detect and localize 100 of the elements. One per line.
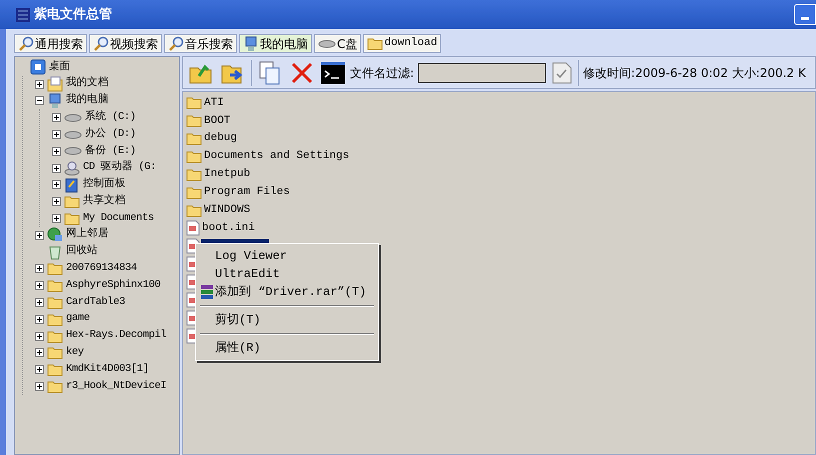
folder-icon [186, 168, 202, 181]
folder-icon [47, 363, 63, 376]
expand-toggle[interactable] [35, 281, 44, 290]
file-item[interactable]: Program Files [203, 184, 291, 201]
tab[interactable]: 我的电脑 [239, 34, 312, 53]
recycle-bin-icon [47, 244, 63, 260]
drive-icon [318, 38, 336, 48]
folder-icon [186, 150, 202, 164]
folder-icon [186, 204, 202, 217]
tree-item[interactable]: 回收站 [66, 244, 98, 260]
tree-item[interactable]: 我的文档 [66, 76, 108, 92]
computer-icon [243, 36, 259, 52]
window-title: 紫电文件总管 [34, 6, 112, 24]
computer-icon [47, 92, 63, 109]
tree-item[interactable]: 共享文档 [83, 194, 126, 210]
tree-item[interactable]: 网上邻居 [66, 227, 108, 244]
folder-icon [47, 262, 63, 276]
tab[interactable]: C盘 [314, 34, 362, 53]
tree-item[interactable]: 我的电脑 [66, 93, 108, 109]
expand-toggle[interactable] [35, 382, 44, 392]
file-item[interactable]: BOOT [203, 112, 232, 130]
folder-icon [64, 195, 80, 208]
expand-toggle[interactable] [52, 180, 61, 190]
tree-item[interactable]: key [66, 345, 84, 361]
folder-icon [186, 132, 202, 146]
menu-item[interactable]: Log Viewer [198, 247, 376, 265]
expand-toggle[interactable] [52, 164, 61, 173]
expand-toggle[interactable] [35, 80, 44, 89]
expand-toggle[interactable] [35, 365, 44, 374]
search-icon [18, 36, 34, 52]
expand-toggle[interactable] [35, 264, 44, 274]
folder-icon [64, 212, 80, 226]
checkbox-document-icon [552, 62, 572, 84]
tree-item[interactable]: AsphyreSphinx100 [66, 278, 160, 294]
expand-toggle[interactable] [35, 348, 44, 358]
menu-item[interactable]: 属性(R) [198, 339, 376, 357]
control-panel-icon [64, 176, 80, 193]
file-info-status: 修改时间:2009-6-28 0:02 大小:200.2 K [583, 64, 806, 82]
file-item[interactable]: Inetpub [203, 166, 252, 183]
copy-icon [259, 60, 281, 84]
tab[interactable]: 音乐搜索 [164, 34, 237, 53]
tree-item[interactable]: 200769134834 [66, 261, 137, 277]
expand-toggle[interactable] [52, 113, 61, 122]
tree-item[interactable]: 备份 (E:) [85, 144, 136, 160]
tree-item[interactable]: My Documents [83, 210, 154, 226]
tab[interactable]: 视频搜索 [89, 34, 162, 53]
tree-item[interactable]: 控制面板 [83, 177, 126, 193]
console-button[interactable] [320, 60, 346, 86]
terminal-icon [321, 62, 345, 84]
desktop-icon [30, 59, 46, 76]
expand-toggle[interactable] [52, 214, 61, 224]
folder-icon [367, 37, 384, 50]
minimize-button[interactable] [794, 4, 816, 25]
archive-icon [198, 284, 214, 300]
file-item[interactable]: ATI [203, 94, 225, 112]
cd-drive-icon [64, 160, 80, 176]
file-icon [186, 220, 200, 236]
expand-toggle[interactable] [35, 230, 44, 240]
menu-item[interactable]: UltraEdit [198, 265, 376, 283]
tab[interactable]: download [363, 34, 442, 53]
tree-item[interactable]: 桌面 [49, 60, 70, 76]
expand-toggle[interactable] [52, 197, 61, 206]
menu-item[interactable]: 剪切(T) [198, 311, 376, 329]
expand-toggle[interactable] [35, 298, 44, 308]
tree-item[interactable]: r3_Hook_NtDeviceI [66, 378, 166, 394]
folder-icon [47, 380, 63, 394]
search-icon [168, 36, 184, 52]
folder-icon [47, 346, 63, 360]
folder-arrow-icon [189, 62, 213, 84]
tree-item[interactable]: Hex-Rays.Decompil [66, 328, 166, 344]
tab[interactable]: 通用搜索 [14, 34, 87, 53]
file-item[interactable]: WINDOWS [203, 202, 252, 219]
folder-icon [47, 312, 63, 326]
tree-item[interactable]: KmdKit4D003[1] [66, 362, 149, 378]
expand-toggle[interactable] [52, 146, 61, 156]
file-item[interactable]: Documents and Settings [203, 148, 350, 165]
menu-item[interactable]: 添加到 “Driver.rar”(T) [198, 283, 376, 301]
apply-filter-button[interactable] [550, 60, 574, 86]
folder-icon [186, 96, 202, 110]
close-icon [291, 62, 313, 84]
expand-toggle[interactable] [35, 96, 44, 106]
tree-item[interactable]: CardTable3 [66, 294, 126, 310]
filter-label: 文件名过滤: [350, 64, 414, 82]
folder-icon [47, 296, 63, 310]
documents-icon [47, 76, 63, 92]
expand-toggle[interactable] [35, 332, 44, 341]
file-item[interactable]: debug [203, 130, 238, 147]
tree-item[interactable]: 系统 (C:) [85, 110, 136, 126]
search-icon [93, 36, 109, 52]
tree-item[interactable]: game [66, 311, 90, 328]
expand-toggle[interactable] [35, 314, 44, 324]
filter-input-field[interactable] [418, 62, 546, 82]
expand-toggle[interactable] [52, 130, 61, 140]
file-item[interactable]: boot.ini [201, 220, 256, 236]
drive-icon [64, 130, 82, 140]
minimize-icon [801, 17, 809, 20]
tree-item[interactable]: 办公 (D:) [85, 126, 136, 142]
folder-icon [47, 330, 63, 343]
drive-icon [64, 112, 82, 123]
tree-item[interactable]: CD 驱动器 (G: [83, 160, 156, 176]
